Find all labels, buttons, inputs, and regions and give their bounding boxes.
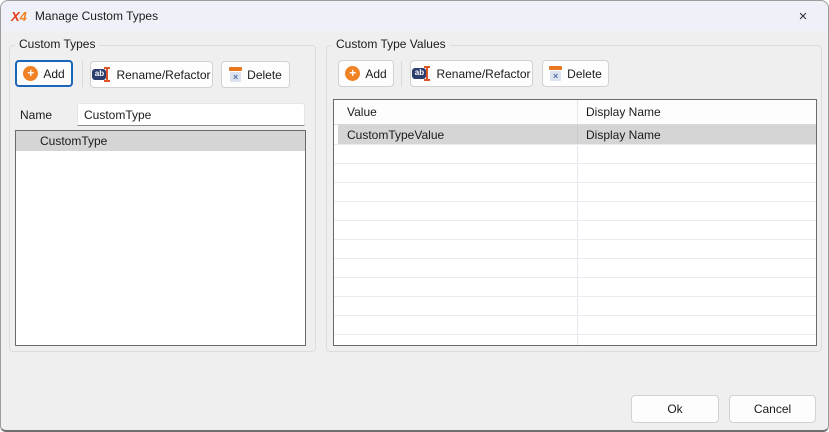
table-header-row: Value Display Name	[334, 100, 816, 125]
add-icon: +	[345, 66, 360, 81]
cell-display-name[interactable]	[578, 259, 816, 277]
cell-display-name[interactable]	[578, 164, 816, 182]
cell-display-name[interactable]	[578, 202, 816, 220]
custom-types-group-label: Custom Types	[15, 37, 99, 51]
cell-value[interactable]	[338, 164, 578, 182]
table-row-empty[interactable]	[334, 240, 816, 259]
values-table-body	[334, 145, 816, 346]
table-row-empty[interactable]	[334, 202, 816, 221]
cell-value[interactable]	[338, 240, 578, 258]
types-delete-label: Delete	[247, 68, 282, 82]
table-row-empty[interactable]	[334, 297, 816, 316]
types-rename-label: Rename/Refactor	[116, 68, 210, 82]
cell-value[interactable]	[338, 259, 578, 277]
close-button[interactable]: ×	[782, 1, 824, 31]
table-row-selected[interactable]: CustomTypeValue Display Name	[334, 125, 816, 145]
cell-value[interactable]	[338, 221, 578, 239]
cell-value[interactable]	[338, 297, 578, 315]
column-header-value[interactable]: Value	[338, 100, 578, 124]
title-bar: X4 Manage Custom Types ×	[1, 1, 828, 31]
values-add-label: Add	[365, 67, 386, 81]
values-add-button[interactable]: + Add	[338, 60, 394, 87]
trash-icon: ×	[229, 67, 242, 82]
toolbar-separator	[82, 61, 83, 87]
cell-display-name[interactable]	[578, 183, 816, 201]
cancel-label: Cancel	[754, 402, 791, 416]
table-row-empty[interactable]	[334, 164, 816, 183]
values-delete-label: Delete	[567, 67, 602, 81]
cell-display-name[interactable]	[578, 221, 816, 239]
table-row-empty[interactable]	[334, 221, 816, 240]
toolbar-separator	[401, 61, 402, 87]
ok-label: Ok	[667, 402, 682, 416]
types-delete-button[interactable]: × Delete	[221, 61, 290, 88]
trash-icon: ×	[549, 66, 562, 81]
close-icon: ×	[799, 8, 808, 25]
table-row-empty[interactable]	[334, 278, 816, 297]
cell-value[interactable]	[338, 183, 578, 201]
cell-value[interactable]	[338, 335, 578, 346]
table-row-empty[interactable]	[334, 259, 816, 278]
rename-cursor-icon: ab	[412, 66, 431, 81]
types-add-button[interactable]: + Add	[15, 60, 73, 87]
list-item-customtype[interactable]: CustomType	[16, 131, 305, 151]
cancel-button[interactable]: Cancel	[729, 395, 816, 423]
cell-value[interactable]: CustomTypeValue	[338, 125, 578, 144]
values-rename-button[interactable]: ab Rename/Refactor	[410, 60, 533, 87]
add-icon: +	[23, 66, 38, 81]
table-row-empty[interactable]	[334, 335, 816, 346]
types-rename-button[interactable]: ab Rename/Refactor	[90, 61, 213, 88]
window-title: Manage Custom Types	[35, 9, 158, 23]
name-input[interactable]	[77, 103, 305, 126]
types-add-label: Add	[43, 67, 64, 81]
custom-types-group: Custom Types + Add ab Rename/Refactor × …	[9, 45, 316, 352]
cell-display-name[interactable]	[578, 145, 816, 163]
cell-display-name[interactable]	[578, 278, 816, 296]
custom-type-values-group-label: Custom Type Values	[332, 37, 450, 51]
custom-types-list[interactable]: CustomType	[15, 130, 306, 346]
rename-cursor-icon: ab	[92, 67, 111, 82]
name-label: Name	[20, 108, 52, 122]
cell-value[interactable]	[338, 278, 578, 296]
list-item-label: CustomType	[40, 134, 107, 148]
table-row-empty[interactable]	[334, 183, 816, 202]
cell-value[interactable]	[338, 145, 578, 163]
values-table[interactable]: Value Display Name CustomTypeValue Displ…	[333, 99, 817, 346]
cell-display-name[interactable]	[578, 316, 816, 334]
cell-display-name[interactable]	[578, 297, 816, 315]
column-header-display-name[interactable]: Display Name	[578, 100, 816, 124]
custom-type-values-group: Custom Type Values + Add ab Rename/Refac…	[326, 45, 822, 352]
cell-display-name[interactable]	[578, 240, 816, 258]
app-logo-icon: X4	[11, 9, 27, 24]
ok-button[interactable]: Ok	[631, 395, 719, 423]
manage-custom-types-dialog: X4 Manage Custom Types × Custom Types + …	[0, 0, 829, 432]
cell-value[interactable]	[338, 202, 578, 220]
table-row-empty[interactable]	[334, 145, 816, 164]
cell-display-name[interactable]	[578, 335, 816, 346]
cell-value[interactable]	[338, 316, 578, 334]
cell-display-name[interactable]: Display Name	[578, 125, 816, 144]
values-delete-button[interactable]: × Delete	[542, 60, 609, 87]
values-rename-label: Rename/Refactor	[436, 67, 530, 81]
table-row-empty[interactable]	[334, 316, 816, 335]
